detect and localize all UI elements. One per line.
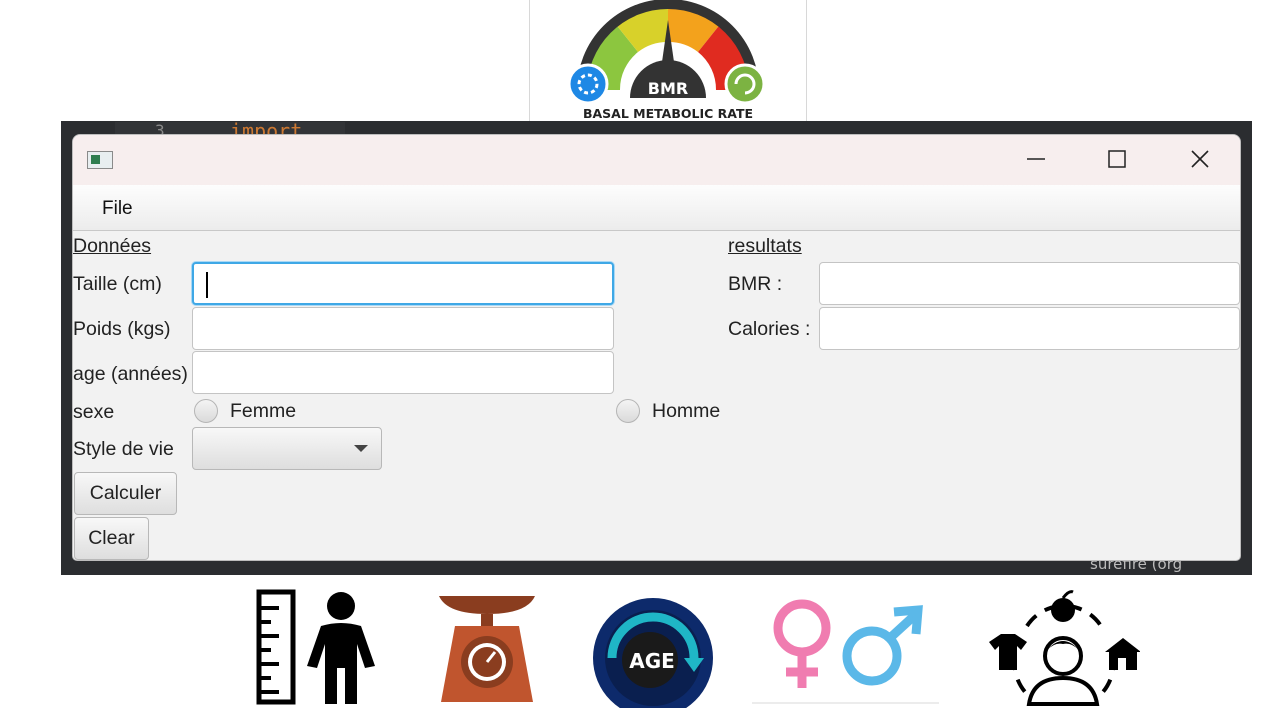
gender-symbols-icon [752, 586, 939, 708]
age-input[interactable] [192, 351, 614, 394]
text-caret [206, 272, 208, 298]
taille-input[interactable] [192, 262, 614, 305]
radio-femme[interactable] [194, 399, 218, 423]
logo-caption: BASAL METABOLIC RATE [583, 106, 753, 121]
taille-label: Taille (cm) [73, 273, 162, 295]
menu-bar: File [73, 185, 1240, 231]
donnees-section-title: Données [73, 235, 152, 257]
maximize-button[interactable] [1095, 139, 1139, 179]
chevron-down-icon [354, 445, 368, 452]
clear-button[interactable]: Clear [74, 517, 149, 560]
age-label: age (années) [73, 363, 188, 385]
close-icon [1191, 150, 1209, 168]
app-window: File Données Taille (cm) Poids (kgs) age… [73, 135, 1240, 560]
resultats-section-title: resultats [728, 235, 802, 257]
bmr-label: BMR : [728, 273, 783, 295]
poids-input[interactable] [192, 307, 614, 350]
sexe-label: sexe [73, 401, 115, 423]
poids-label: Poids (kgs) [73, 318, 171, 340]
calories-output[interactable] [819, 307, 1240, 350]
bmr-output[interactable] [819, 262, 1240, 305]
height-ruler-person-icon [255, 586, 378, 708]
logo-badge-text: BMR [648, 79, 688, 98]
lifestyle-icon [987, 586, 1141, 708]
age-icon: AGE [592, 586, 714, 718]
title-bar [73, 135, 1240, 185]
app-icon [87, 151, 113, 169]
homme-label: Homme [652, 400, 721, 422]
femme-label: Femme [230, 400, 297, 422]
age-icon-text: AGE [629, 649, 675, 673]
weighing-scale-icon [437, 586, 537, 708]
style-de-vie-label: Style de vie [73, 438, 174, 460]
minimize-button[interactable] [1014, 139, 1058, 179]
style-de-vie-select[interactable] [192, 427, 382, 470]
maximize-icon [1108, 150, 1126, 168]
calculer-button[interactable]: Calculer [74, 472, 177, 515]
radio-homme[interactable] [616, 399, 640, 423]
calories-label: Calories : [728, 318, 811, 340]
menu-file[interactable]: File [102, 198, 133, 220]
close-button[interactable] [1178, 139, 1222, 179]
minimize-icon [1027, 158, 1045, 160]
